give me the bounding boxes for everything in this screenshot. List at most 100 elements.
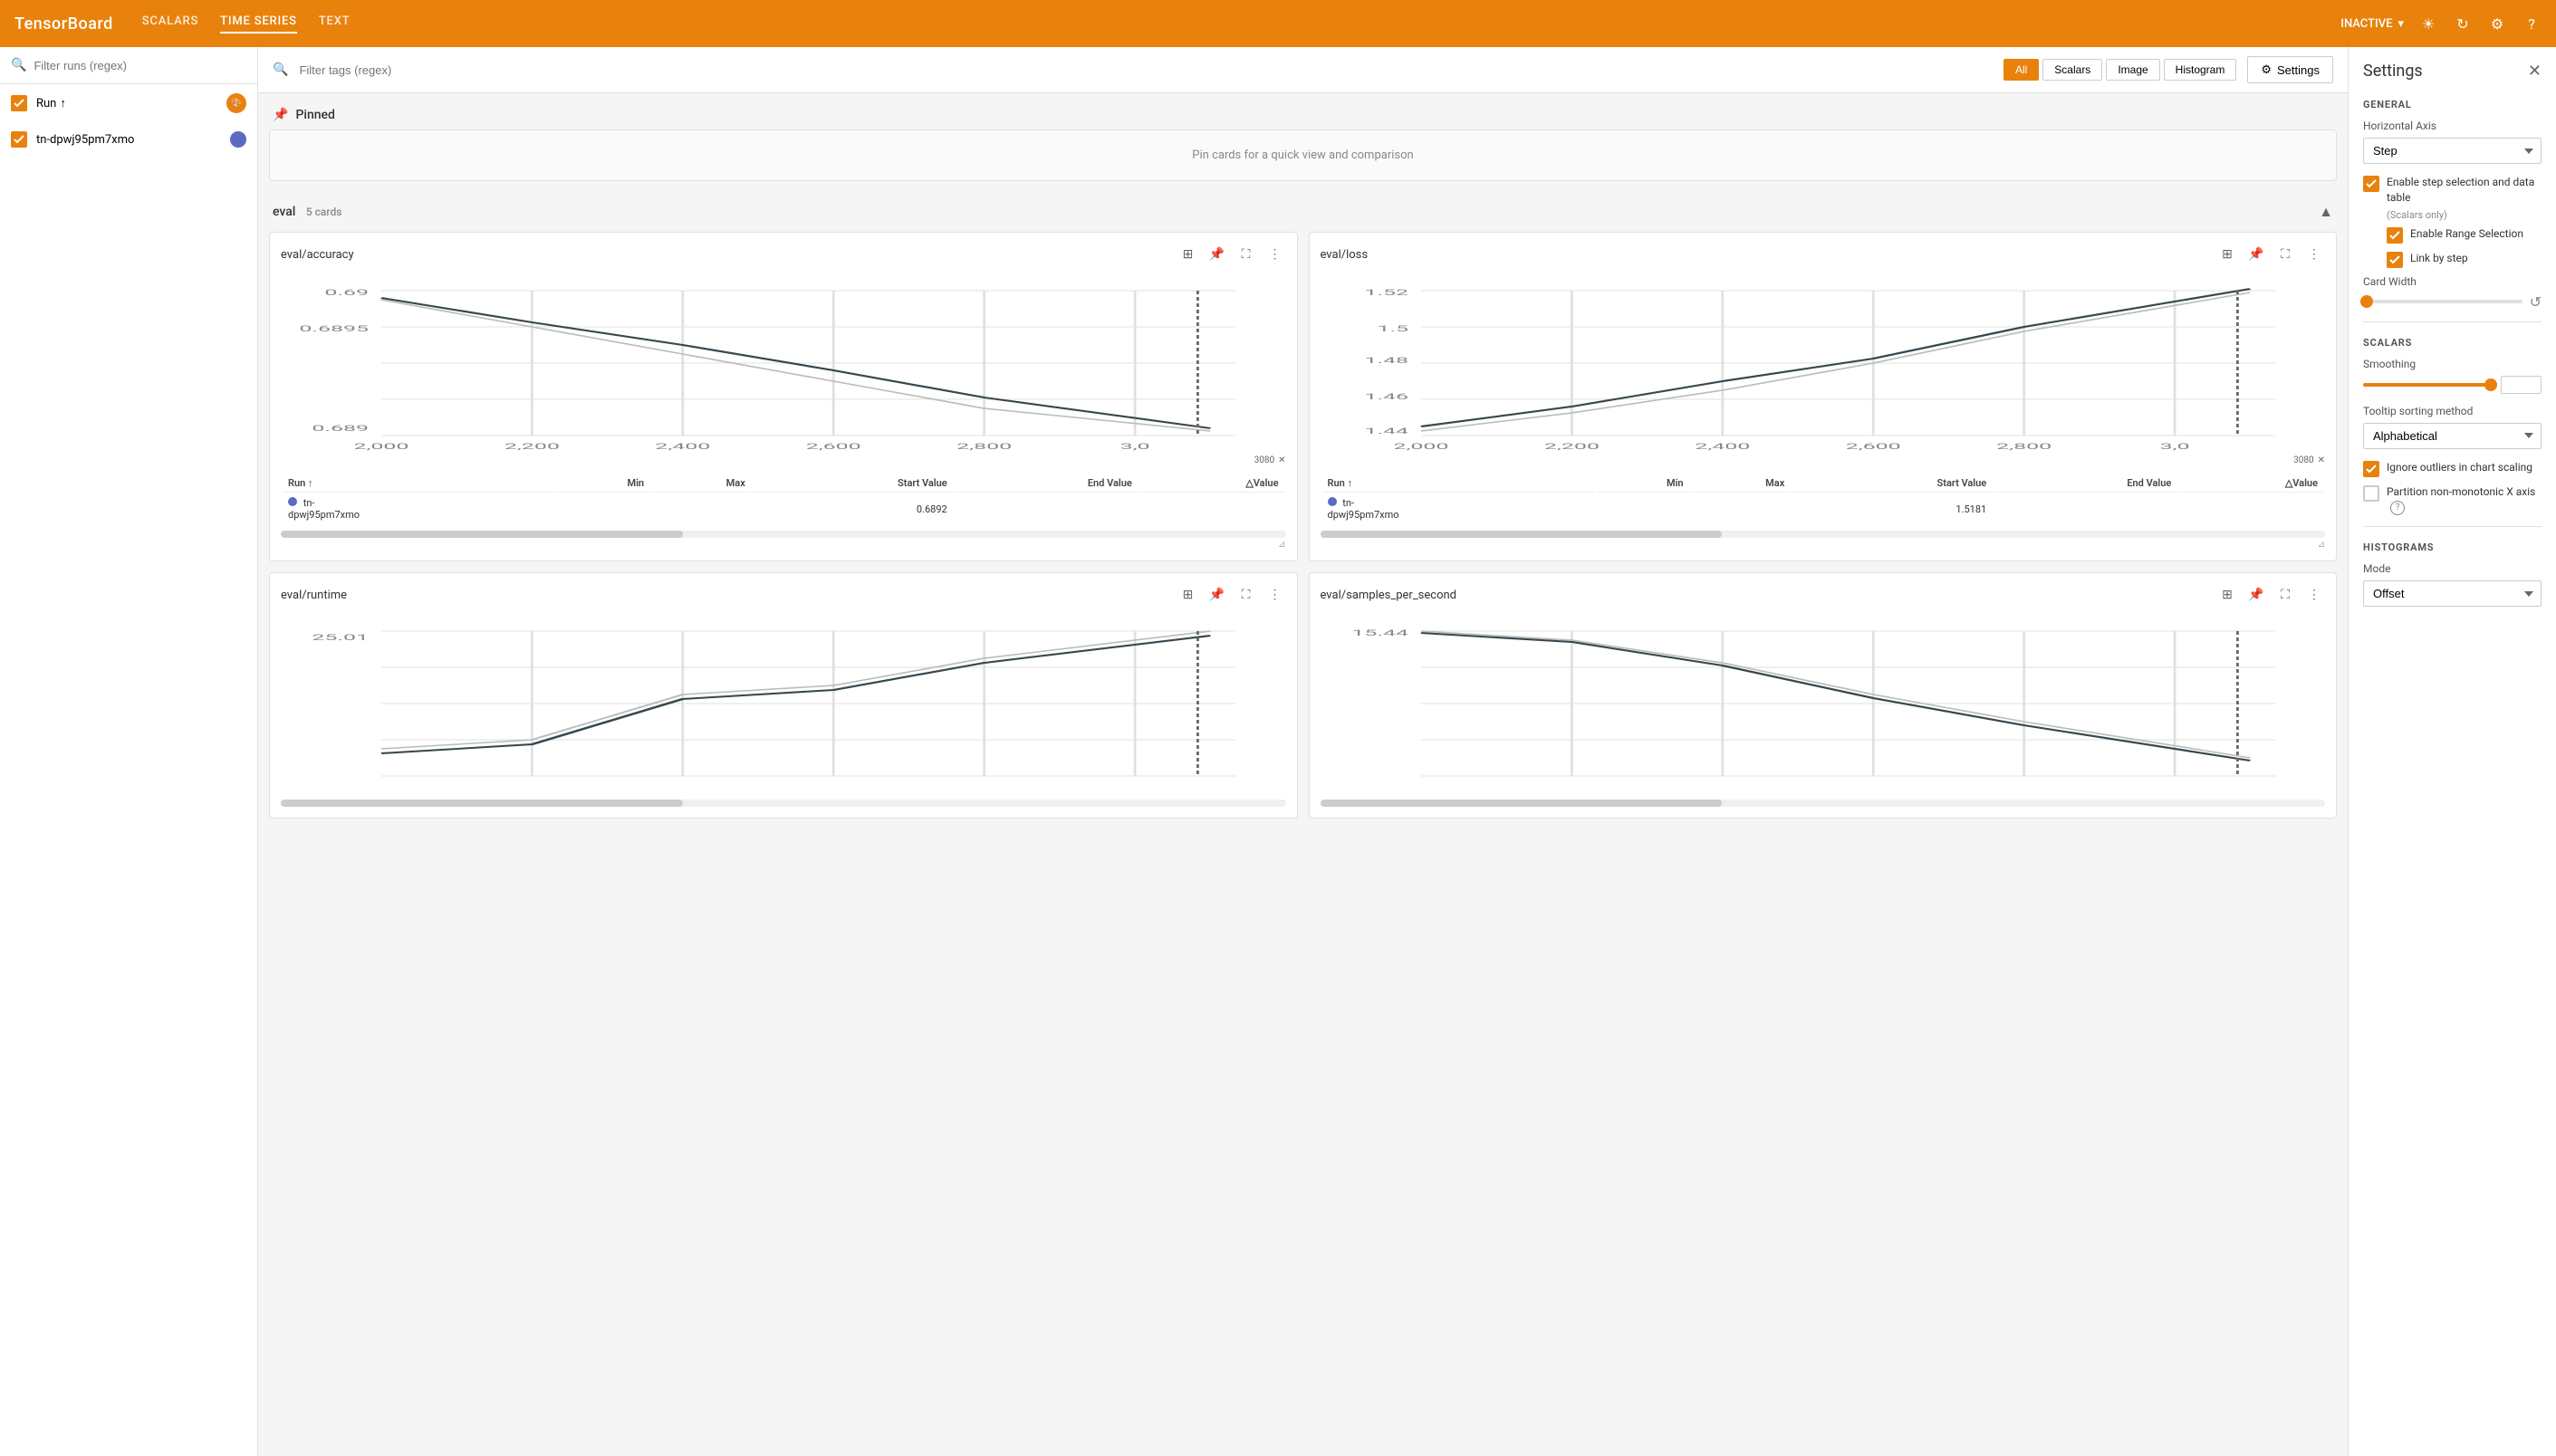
nav-links: SCALARS TIME SERIES TEXT (142, 14, 351, 34)
fullscreen-icon[interactable]: ⛶ (2274, 244, 2296, 265)
expand-chart-icon[interactable]: ⊞ (2216, 584, 2238, 606)
nav-time-series[interactable]: TIME SERIES (220, 14, 297, 34)
scrollbar-loss[interactable] (1321, 531, 2326, 538)
run-tn-checkbox[interactable] (11, 131, 27, 148)
horizontal-axis-select[interactable]: StepRelativeWall (2363, 138, 2542, 164)
brightness-icon[interactable]: ☀ (2418, 14, 2438, 34)
settings-button[interactable]: ⚙ Settings (2247, 56, 2333, 83)
enable-range-checkbox[interactable] (2387, 227, 2403, 244)
scrollbar-thumb[interactable] (281, 800, 683, 807)
nav-text[interactable]: TEXT (319, 14, 351, 34)
svg-text:3,0: 3,0 (2159, 442, 2189, 452)
scalars-section-title: SCALARS (2363, 337, 2542, 349)
pin-card-icon[interactable]: 📌 (2245, 584, 2267, 606)
svg-text:2,000: 2,000 (353, 442, 408, 452)
pin-card-icon[interactable]: 📌 (1206, 244, 1228, 265)
filter-scalars-btn[interactable]: Scalars (2042, 59, 2102, 81)
smoothing-value-input[interactable]: 0.99 (2501, 376, 2542, 394)
more-options-icon[interactable]: ⋮ (1264, 244, 1286, 265)
card-width-thumb[interactable] (2360, 295, 2373, 308)
enable-step-row: Enable step selection and data table (2363, 175, 2542, 206)
card-accuracy-title: eval/accuracy (281, 248, 354, 262)
scrollbar-samples[interactable] (1321, 800, 2326, 807)
runs-header-row: Run ↑ 🎨 (0, 84, 257, 122)
col-end-value: End Value (955, 474, 1138, 493)
settings-close-button[interactable]: ✕ (2528, 62, 2542, 81)
svg-text:3,0: 3,0 (1120, 442, 1150, 452)
smoothing-slider[interactable] (2363, 383, 2494, 387)
more-options-icon[interactable]: ⋮ (1264, 584, 1286, 606)
ignore-outliers-checkbox[interactable] (2363, 461, 2379, 477)
filter-histogram-btn[interactable]: Histogram (2164, 59, 2237, 81)
fullscreen-icon[interactable]: ⛶ (2274, 584, 2296, 606)
fullscreen-icon[interactable]: ⛶ (1235, 244, 1257, 265)
svg-text:2,000: 2,000 (1393, 442, 1448, 452)
close-step-icon[interactable]: ✕ (2318, 455, 2325, 465)
runs-filter-input[interactable] (34, 59, 246, 72)
scroll-area: 📌 Pinned Pin cards for a quick view and … (258, 93, 2348, 1456)
card-runtime-actions: ⊞ 📌 ⛶ ⋮ (1177, 584, 1286, 606)
scrollbar-runtime[interactable] (281, 800, 1286, 807)
partition-help-icon[interactable]: ? (2390, 501, 2405, 515)
resize-handle[interactable]: ⊿ (1321, 540, 2326, 550)
smoothing-label: Smoothing (2363, 358, 2542, 370)
card-runtime-header: eval/runtime ⊞ 📌 ⛶ ⋮ (281, 584, 1286, 606)
filter-all-btn[interactable]: All (2003, 59, 2039, 81)
mode-select[interactable]: OffsetOverlay (2363, 580, 2542, 607)
smoothing-thumb[interactable] (2484, 378, 2497, 391)
partition-label: Partition non-monotonic X axis ? (2387, 484, 2542, 516)
pin-card-icon[interactable]: 📌 (2245, 244, 2267, 265)
card-eval-runtime: eval/runtime ⊞ 📌 ⛶ ⋮ (269, 572, 1298, 819)
nav-right: INACTIVE ▾ ☀ ↻ ⚙ ? (2340, 14, 2542, 34)
card-samples-header: eval/samples_per_second ⊞ 📌 ⛶ ⋮ (1321, 584, 2326, 606)
expand-chart-icon[interactable]: ⊞ (1177, 244, 1199, 265)
resize-handle[interactable]: ⊿ (281, 540, 1286, 550)
svg-text:1.46: 1.46 (1364, 392, 1408, 402)
enable-step-checkbox[interactable] (2363, 176, 2379, 192)
card-width-reset-icon[interactable]: ↺ (2530, 293, 2542, 311)
run-header-checkbox[interactable] (11, 95, 27, 111)
link-by-step-checkbox[interactable] (2387, 252, 2403, 268)
refresh-icon[interactable]: ↻ (2453, 14, 2473, 34)
run-tn-color[interactable] (230, 131, 246, 148)
chart-runtime: 25.01 (281, 613, 1286, 794)
partition-checkbox[interactable] (2363, 485, 2379, 502)
filter-search-icon: 🔍 (273, 62, 288, 77)
settings-icon[interactable]: ⚙ (2487, 14, 2507, 34)
scrollbar-thumb[interactable] (281, 531, 683, 538)
fullscreen-icon[interactable]: ⛶ (1235, 584, 1257, 606)
collapse-icon[interactable]: ▲ (2319, 203, 2333, 221)
expand-chart-icon[interactable]: ⊞ (1177, 584, 1199, 606)
help-icon[interactable]: ? (2522, 14, 2542, 34)
svg-text:1.52: 1.52 (1364, 288, 1408, 298)
run-dot (1328, 497, 1337, 506)
nav-scalars[interactable]: SCALARS (142, 14, 198, 34)
more-options-icon[interactable]: ⋮ (2303, 244, 2325, 265)
pin-card-icon[interactable]: 📌 (1206, 584, 1228, 606)
chevron-down-icon[interactable]: ▾ (2397, 17, 2404, 31)
scalars-only-note: (Scalars only) Enable Range Selection Li… (2387, 209, 2542, 268)
expand-chart-icon[interactable]: ⊞ (2216, 244, 2238, 265)
card-width-slider[interactable] (2363, 300, 2522, 303)
settings-panel: Settings ✕ GENERAL Horizontal Axis StepR… (2348, 47, 2556, 1456)
scrollbar-accuracy[interactable] (281, 531, 1286, 538)
svg-text:0.689: 0.689 (312, 424, 369, 434)
table-row: tn-dpwj95pm7xmo 0.6892 (283, 494, 1284, 523)
card-width-slider-row: ↺ (2363, 293, 2542, 311)
filter-image-btn[interactable]: Image (2106, 59, 2159, 81)
palette-icon[interactable]: 🎨 (226, 93, 246, 113)
card-loss-header: eval/loss ⊞ 📌 ⛶ ⋮ (1321, 244, 2326, 265)
svg-text:2,600: 2,600 (806, 442, 861, 452)
close-step-icon[interactable]: ✕ (1278, 455, 1285, 465)
col-run: Run ↑ (283, 474, 556, 493)
brand-logo: TensorBoard (14, 14, 113, 34)
tooltip-select[interactable]: AlphabeticalAscendingDescendingDefault (2363, 423, 2542, 449)
scrollbar-thumb[interactable] (1321, 800, 1723, 807)
scrollbar-thumb[interactable] (1321, 531, 1723, 538)
link-by-step-row: Link by step (2387, 251, 2542, 268)
svg-text:2,800: 2,800 (956, 442, 1012, 452)
more-options-icon[interactable]: ⋮ (2303, 584, 2325, 606)
tags-filter-input[interactable] (299, 63, 1993, 77)
col-min: Min (558, 474, 650, 493)
col-delta: △Value (1139, 474, 1284, 493)
